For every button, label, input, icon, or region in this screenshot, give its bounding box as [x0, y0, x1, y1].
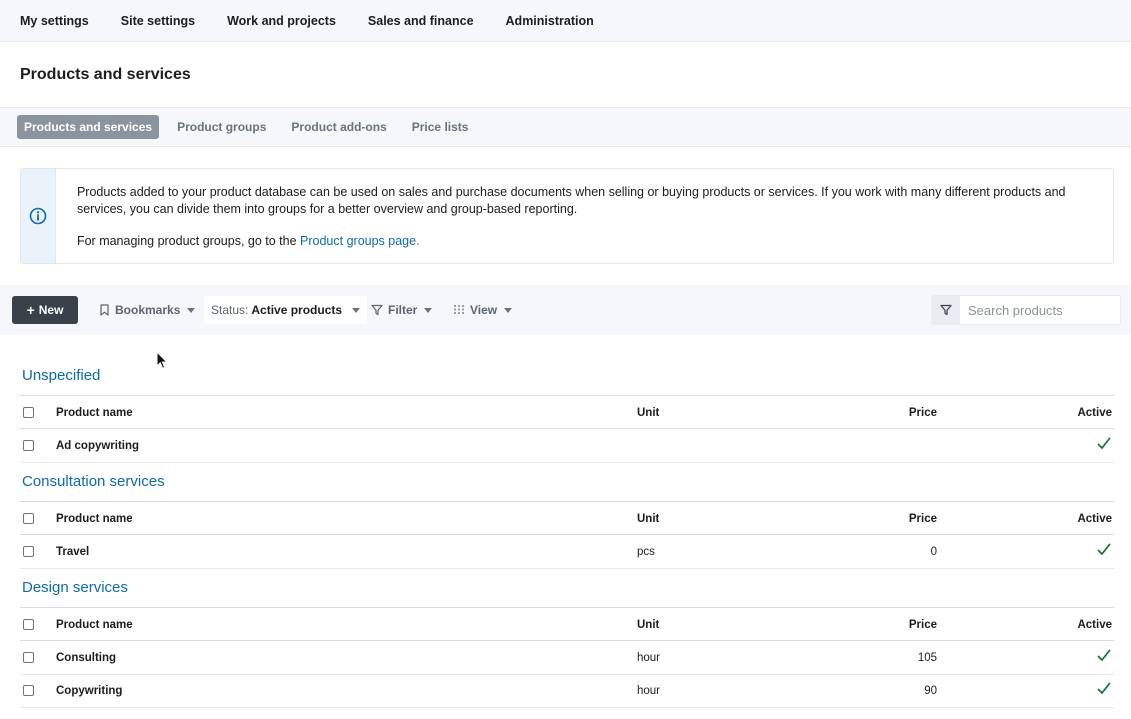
tab-product-groups[interactable]: Product groups — [170, 115, 273, 139]
table-header: Product name Unit Price Active — [20, 501, 1114, 535]
new-button[interactable]: + New — [12, 296, 78, 324]
column-header-product-name[interactable]: Product name — [56, 502, 133, 535]
product-price: 0 — [930, 545, 937, 558]
info-link-prefix: For managing product groups, go to the — [76, 234, 301, 248]
column-header-active[interactable]: Active — [1077, 396, 1112, 429]
info-link-suffix: . — [416, 234, 420, 248]
table-row[interactable]: Consulting hour 105 — [20, 641, 1114, 675]
top-navigation: My settings Site settings Work and proje… — [0, 0, 1131, 42]
table-header: Product name Unit Price Active — [20, 395, 1114, 429]
column-header-price[interactable]: Price — [909, 502, 937, 535]
column-header-unit[interactable]: Unit — [637, 502, 659, 535]
chevron-down-icon — [504, 307, 513, 313]
status-value: Active products — [251, 303, 343, 317]
info-paragraph: Products added to your product database … — [76, 185, 1066, 216]
column-header-active[interactable]: Active — [1077, 608, 1112, 641]
columns-icon — [454, 305, 464, 315]
column-header-unit[interactable]: Unit — [637, 608, 659, 641]
status-dropdown[interactable]: Status: Active products — [204, 296, 368, 324]
plus-icon: + — [26, 302, 35, 318]
nav-site-settings[interactable]: Site settings — [121, 14, 195, 28]
product-unit: pcs — [637, 545, 655, 558]
tab-bar: Products and services Product groups Pro… — [0, 107, 1131, 147]
checkmark-icon — [1097, 682, 1111, 694]
info-box: Products added to your product database … — [20, 168, 1114, 264]
column-header-unit[interactable]: Unit — [637, 396, 659, 429]
nav-administration[interactable]: Administration — [506, 14, 594, 28]
group-title-unspecified[interactable]: Unspecified — [22, 367, 100, 384]
select-all-checkbox[interactable] — [23, 619, 34, 630]
nav-my-settings[interactable]: My settings — [20, 14, 89, 28]
product-name[interactable]: Copywriting — [56, 674, 122, 707]
product-price: 90 — [924, 684, 937, 697]
product-name[interactable]: Ad copywriting — [56, 429, 139, 462]
product-unit: hour — [637, 684, 661, 697]
product-groups-page-link[interactable]: Product groups page — [300, 234, 416, 248]
mouse-cursor-icon — [156, 351, 168, 369]
chevron-down-icon — [352, 307, 361, 313]
column-header-active[interactable]: Active — [1077, 502, 1112, 535]
column-header-product-name[interactable]: Product name — [56, 396, 133, 429]
table-header: Product name Unit Price Active — [20, 607, 1114, 641]
filter-icon — [939, 304, 952, 316]
search-filter-button[interactable] — [931, 295, 960, 325]
checkmark-icon — [1097, 649, 1111, 661]
product-name[interactable]: Travel — [56, 535, 89, 568]
select-all-checkbox[interactable] — [23, 407, 34, 418]
chevron-down-icon — [187, 307, 196, 313]
group-title-design-services[interactable]: Design services — [22, 579, 128, 596]
info-text: Products added to your product database … — [56, 169, 1113, 263]
row-checkbox[interactable] — [23, 440, 34, 451]
chevron-down-icon — [424, 307, 433, 313]
search-input[interactable] — [960, 295, 1121, 325]
filter-icon — [371, 304, 383, 316]
checkmark-icon — [1097, 543, 1111, 555]
tab-price-lists[interactable]: Price lists — [405, 115, 476, 139]
info-icon-panel — [21, 169, 56, 263]
group-title-consultation-services[interactable]: Consultation services — [22, 473, 165, 490]
column-header-price[interactable]: Price — [909, 608, 937, 641]
view-label: View — [470, 303, 498, 317]
new-button-label: New — [38, 303, 64, 317]
toolbar: + New Bookmarks Status: Active products … — [0, 285, 1131, 335]
nav-work-and-projects[interactable]: Work and projects — [227, 14, 336, 28]
tab-products-and-services[interactable]: Products and services — [17, 115, 160, 139]
filter-label: Filter — [388, 303, 418, 317]
product-unit: hour — [637, 651, 661, 664]
nav-sales-and-finance[interactable]: Sales and finance — [368, 14, 474, 28]
info-paragraph-link-line: For managing product groups, go to the P… — [77, 233, 1091, 250]
page-title: Products and services — [20, 65, 191, 83]
table-row[interactable]: Travel pcs 0 — [20, 535, 1114, 569]
info-icon — [29, 207, 47, 225]
select-all-checkbox[interactable] — [23, 513, 34, 524]
table-row[interactable]: Ad copywriting — [20, 429, 1114, 463]
row-checkbox[interactable] — [23, 652, 34, 663]
product-name[interactable]: Consulting — [56, 641, 116, 674]
bookmarks-label: Bookmarks — [115, 303, 181, 317]
checkmark-icon — [1097, 437, 1111, 449]
tab-product-add-ons[interactable]: Product add-ons — [284, 115, 393, 139]
column-header-product-name[interactable]: Product name — [56, 608, 133, 641]
filter-button[interactable]: Filter — [371, 296, 433, 324]
status-label: Status: — [211, 303, 249, 317]
row-checkbox[interactable] — [23, 685, 34, 696]
bookmark-icon — [100, 304, 109, 316]
view-button[interactable]: View — [453, 296, 513, 324]
page-header: Products and services — [0, 42, 1131, 107]
bookmarks-button[interactable]: Bookmarks — [99, 296, 196, 324]
row-checkbox[interactable] — [23, 546, 34, 557]
table-row[interactable]: Copywriting hour 90 — [20, 674, 1114, 708]
column-header-price[interactable]: Price — [909, 396, 937, 429]
product-price: 105 — [917, 651, 937, 664]
